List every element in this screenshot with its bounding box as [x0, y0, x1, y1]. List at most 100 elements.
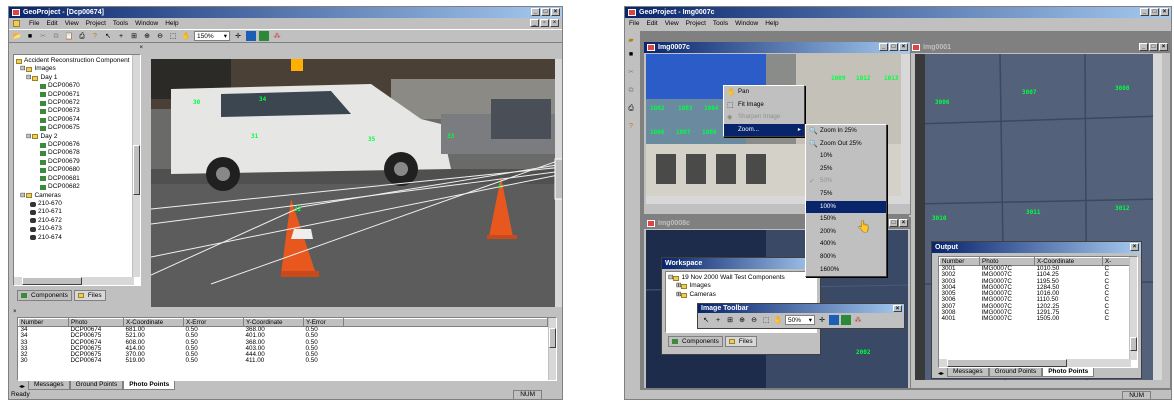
minimize-button[interactable]: _	[531, 8, 540, 16]
table-vscroll[interactable]	[548, 318, 556, 380]
close-button[interactable]: ×	[899, 43, 908, 51]
zoom-in-icon[interactable]: ⊕	[142, 31, 152, 41]
tree-images[interactable]: ⊟ Images	[16, 65, 138, 73]
tab-messages[interactable]: Messages	[28, 381, 70, 390]
table-row[interactable]: 4001 IMG0007C 1505.00 C	[940, 316, 1131, 323]
help-icon[interactable]: ?	[90, 31, 100, 41]
menu-zoom[interactable]: Zoom... ▸	[724, 123, 804, 137]
menu-edit[interactable]: Edit	[46, 20, 57, 27]
mdi-minimize-button[interactable]: _	[530, 19, 539, 27]
menu-file[interactable]: File	[29, 20, 39, 27]
tree-hscroll[interactable]	[14, 277, 134, 285]
menu-pan[interactable]: ✋ Pan	[724, 86, 804, 99]
tree-image-dcp00676[interactable]: DCP00676	[16, 141, 138, 149]
tab-files[interactable]: Files	[73, 290, 106, 301]
minimize-button[interactable]: _	[1140, 8, 1149, 16]
tree-day-1[interactable]: ⊟ Day 1	[16, 74, 138, 82]
move-icon[interactable]: ✛	[233, 31, 243, 41]
collapse-icon[interactable]: ⊟	[20, 192, 25, 200]
close-button[interactable]: ×	[1160, 8, 1169, 16]
tab-photo-points[interactable]: Photo Points	[1042, 368, 1095, 377]
tree-day-2[interactable]: ⊟ Day 2	[16, 133, 138, 141]
menu-view[interactable]: View	[665, 20, 679, 27]
photo-viewport[interactable]: 30 34 31 35 33 32 1	[151, 59, 562, 307]
minimize-button[interactable]: _	[879, 43, 888, 51]
zoom-item-150-[interactable]: 150%	[806, 213, 886, 226]
zoom-item-75-[interactable]: 75%	[806, 188, 886, 201]
workspace-title-bar[interactable]: Workspace	[662, 258, 820, 269]
tree-image-dcp00678[interactable]: DCP00678	[16, 149, 138, 157]
mdi-close-button[interactable]: ×	[550, 19, 559, 27]
fit-icon[interactable]: ⬚	[168, 31, 178, 41]
menu-window[interactable]: Window	[135, 20, 158, 27]
output-title-bar[interactable]: Output ×	[932, 242, 1141, 253]
menu-window[interactable]: Window	[735, 20, 758, 27]
tree-image-dcp00675[interactable]: DCP00675	[16, 124, 138, 132]
print-icon[interactable]: ⎙	[77, 31, 87, 41]
tree-image-dcp00681[interactable]: DCP00681	[16, 175, 138, 183]
tree-root[interactable]: Accident Reconstruction Component	[16, 57, 138, 65]
grid-icon[interactable]: ⊞	[129, 31, 139, 41]
tab-components[interactable]: Components	[668, 336, 723, 347]
tree-camera-210-672[interactable]: 210-672	[16, 217, 138, 225]
menu-project[interactable]: Project	[86, 20, 106, 27]
tree-camera-210-674[interactable]: 210-674	[16, 234, 138, 242]
crosshair-icon[interactable]: +	[713, 315, 723, 325]
grid-icon[interactable]: ⊞	[725, 315, 735, 325]
zoom-item-25-[interactable]: 25%	[806, 163, 886, 176]
collapse-icon[interactable]: ⊟	[26, 133, 31, 141]
maximize-button[interactable]: □	[541, 8, 550, 16]
tree-image-dcp00672[interactable]: DCP00672	[16, 99, 138, 107]
zoom-item-zoom-out-25-[interactable]: 🔍 Zoom Out 25%	[806, 138, 886, 151]
panel-close-icon[interactable]: ×	[11, 45, 145, 53]
tree-image-dcp00673[interactable]: DCP00673	[16, 107, 138, 115]
menu-view[interactable]: View	[65, 20, 79, 27]
tree-image-dcp00671[interactable]: DCP00671	[16, 91, 138, 99]
pointer-icon[interactable]: ↖	[103, 31, 113, 41]
menu-fit-image[interactable]: ⬚ Fit Image	[724, 99, 804, 112]
menu-project[interactable]: Project	[686, 20, 706, 27]
close-button[interactable]: ×	[1130, 243, 1139, 251]
tab-nav-icon[interactable]: ◂▸	[938, 370, 944, 377]
crosshair-icon[interactable]: +	[116, 31, 126, 41]
tree-image-dcp00679[interactable]: DCP00679	[16, 158, 138, 166]
workspace-images[interactable]: ⊞ Images	[668, 282, 814, 290]
ground-view-icon[interactable]	[259, 31, 269, 41]
tab-components[interactable]: Components	[17, 290, 72, 301]
copy-icon[interactable]: ⧉	[626, 85, 636, 95]
workspace-cameras[interactable]: ⊞ Cameras	[668, 291, 814, 299]
maximize-button[interactable]: □	[1150, 8, 1159, 16]
maximize-button[interactable]: □	[889, 219, 898, 227]
zoom-out-icon[interactable]: ⊖	[155, 31, 165, 41]
tree-image-dcp00674[interactable]: DCP00674	[16, 116, 138, 124]
tree-image-dcp00682[interactable]: DCP00682	[16, 183, 138, 191]
output-vscroll[interactable]	[1129, 257, 1137, 360]
child1-title-bar[interactable]: Img0007c _ □ ×	[644, 42, 910, 53]
cut-icon[interactable]: ✂	[626, 67, 636, 77]
workspace-root[interactable]: ⊟ 19 Nov 2000 Wall Test Components	[668, 274, 814, 282]
print-icon[interactable]: ⎙	[626, 103, 636, 113]
menu-edit[interactable]: Edit	[646, 20, 657, 27]
collapse-icon[interactable]: ⊟	[20, 65, 25, 73]
menu-help[interactable]: Help	[765, 20, 778, 27]
collapse-icon[interactable]: ⊟	[26, 74, 31, 82]
table-row[interactable]: 30 DCP00674 519.00 0.50 411.00 0.50	[19, 358, 548, 365]
pan-icon[interactable]: ✋	[181, 31, 191, 41]
ground-view-icon[interactable]	[841, 315, 851, 325]
pan-icon[interactable]: ✋	[773, 315, 783, 325]
tab-messages[interactable]: Messages	[947, 368, 989, 377]
left-title-bar[interactable]: GeoProject - [Dcp00674] _ □ ×	[9, 7, 562, 18]
tree-image-dcp00670[interactable]: DCP00670	[16, 82, 138, 90]
close-button[interactable]: ×	[899, 219, 908, 227]
move-icon[interactable]: ✛	[817, 315, 827, 325]
tab-files[interactable]: Files	[724, 336, 757, 347]
tree-camera-210-673[interactable]: 210-673	[16, 225, 138, 233]
network-icon[interactable]: ⁂	[853, 315, 863, 325]
save-icon[interactable]: ■	[25, 31, 35, 41]
camera-view-icon[interactable]	[246, 31, 256, 41]
tree-camera-210-671[interactable]: 210-671	[16, 208, 138, 216]
save-icon[interactable]: ■	[626, 49, 636, 59]
paste-icon[interactable]: 📋	[64, 31, 74, 41]
output-close-icon[interactable]: ×	[11, 309, 562, 317]
zoom-combo[interactable]: 150% ▾	[194, 31, 230, 41]
